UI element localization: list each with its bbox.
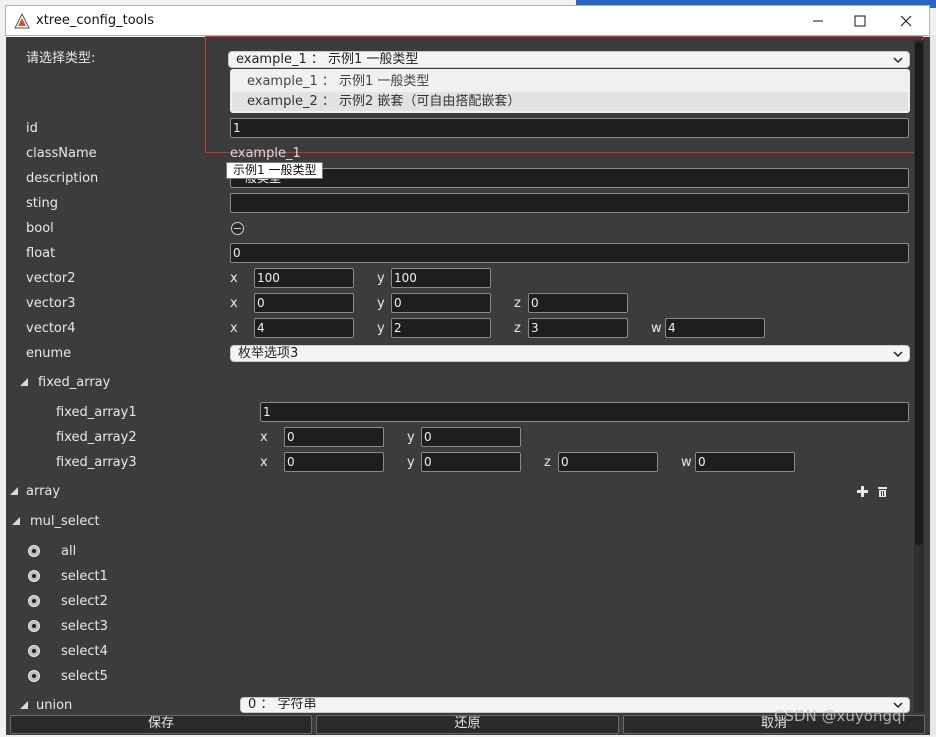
type-selector-label: 请选择类型: [26,51,96,66]
scrollbar-thumb[interactable] [915,42,923,545]
vector3-x-input[interactable]: 0 [254,293,354,313]
sting-label: sting [26,196,58,211]
float-label: float [26,246,56,261]
radio-button[interactable] [28,545,40,557]
vector2-label: vector2 [26,271,76,286]
vector4-label: vector4 [26,321,76,336]
w-axis-label: w [651,321,662,336]
x-axis-label: x [260,455,268,470]
y-axis-label: y [377,296,385,311]
vector4-x-input[interactable]: 4 [254,318,354,338]
fixed-array3-w-input[interactable]: 0 [695,452,795,472]
vector3-y-input[interactable]: 0 [391,293,491,313]
z-axis-label: z [544,455,551,470]
description-input[interactable]: 一般类型 [230,168,909,188]
fixed-array3-y-input[interactable]: 0 [421,452,521,472]
vector4-y-input[interactable]: 2 [391,318,491,338]
watermark: CSDN @xuyongqi [774,707,906,725]
add-icon[interactable] [857,486,868,497]
chevron-down-icon [893,351,903,358]
id-label: id [26,121,38,136]
vector2-x-input[interactable]: 100 [254,268,354,288]
vector3-label: vector3 [26,296,76,311]
fixed-array-label: fixed_array [38,375,111,390]
enume-select-value: 枚举选项3 [238,346,299,361]
maximize-icon[interactable] [845,10,875,32]
fixed-array1-input[interactable]: 1 [260,402,909,422]
title-bar[interactable]: xtree_config_tools [5,5,930,36]
mul-select-option-label: select3 [61,619,108,634]
w-axis-label: w [681,455,692,470]
description-label: description [26,171,99,186]
radio-button[interactable] [28,645,40,657]
union-select-value: 0 ： 字符串 [248,697,317,712]
radio-button[interactable] [28,570,40,582]
fixed-array3-z-input[interactable]: 0 [558,452,658,472]
trash-icon[interactable] [877,486,888,497]
fixed-array3-label: fixed_array3 [56,455,137,470]
x-axis-label: x [230,296,238,311]
app-logo-icon [14,13,30,29]
fixed-array2-x-input[interactable]: 0 [284,427,384,447]
close-icon[interactable] [891,10,921,32]
enume-select[interactable]: 枚举选项3 [230,345,910,362]
mul-select-label: mul_select [30,514,100,529]
mul-select-option-label: select2 [61,594,108,609]
x-axis-label: x [230,321,238,336]
checkbox-mark-icon [234,228,241,229]
y-axis-label: y [377,321,385,336]
sting-input[interactable] [230,193,909,213]
vector3-z-input[interactable]: 0 [528,293,628,313]
enume-label: enume [26,346,72,361]
radio-button[interactable] [28,670,40,682]
radio-button[interactable] [28,595,40,607]
expand-triangle-icon[interactable] [20,701,28,709]
vector4-z-input[interactable]: 3 [528,318,628,338]
y-axis-label: y [407,455,415,470]
expand-triangle-icon[interactable] [12,517,20,525]
union-label: union [36,698,73,713]
x-axis-label: x [260,430,268,445]
fixed-array3-x-input[interactable]: 0 [284,452,384,472]
float-input[interactable]: 0 [230,243,909,263]
description-tooltip: 示例1 一般类型 [226,162,324,179]
mul-select-option-label: select5 [61,669,108,684]
x-axis-label: x [230,271,238,286]
y-axis-label: y [407,430,415,445]
bool-label: bool [26,221,54,236]
z-axis-label: z [514,296,521,311]
save-button[interactable]: 保存 [10,715,312,734]
minimize-icon[interactable] [803,10,833,32]
mul-select-option-label: all [61,544,77,559]
fixed-array2-label: fixed_array2 [56,430,137,445]
y-axis-label: y [377,271,385,286]
expand-triangle-icon[interactable] [10,487,18,495]
classname-label: className [26,146,97,161]
z-axis-label: z [514,321,521,336]
bool-checkbox[interactable] [231,222,244,235]
fixed-array2-y-input[interactable]: 0 [421,427,521,447]
id-input[interactable]: 1 [230,118,909,138]
expand-triangle-icon[interactable] [20,378,28,386]
mul-select-option-label: select1 [61,569,108,584]
fixed-array1-label: fixed_array1 [56,405,137,420]
window-title: xtree_config_tools [36,13,155,28]
array-label: array [26,484,61,499]
classname-value: example_1 [230,146,301,161]
vector2-y-input[interactable]: 100 [391,268,491,288]
radio-button[interactable] [28,620,40,632]
vector4-w-input[interactable]: 4 [665,318,765,338]
restore-button[interactable]: 还原 [316,715,619,734]
mul-select-option-label: select4 [61,644,108,659]
